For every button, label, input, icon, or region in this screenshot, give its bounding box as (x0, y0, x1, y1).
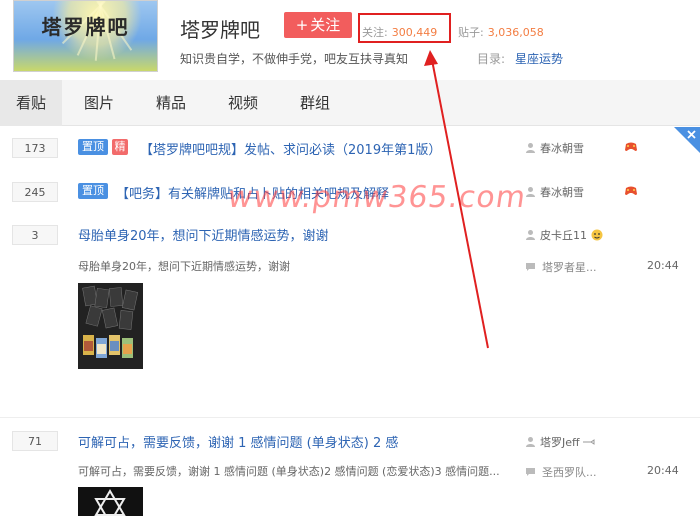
followers-label: 关注: (362, 26, 388, 39)
thread-row[interactable]: 3 母胎单身20年，想问下近期情感运势，谢谢 皮卡丘11 母胎单身20年，想问下… (0, 215, 700, 415)
last-reply-name: 圣西罗队... (542, 466, 597, 479)
user-icon (526, 230, 535, 240)
thread-row[interactable]: 71 可解可占，需要反馈，谢谢 1 感情问题 (单身状态) 2 感 塔罗Jeff… (0, 421, 700, 516)
posts-count: 3,036,058 (487, 26, 544, 39)
thread-abstract: 母胎单身20年，想问下近期情感运势，谢谢 (78, 260, 290, 273)
plus-icon: + (295, 16, 309, 34)
thread-title[interactable]: 【塔罗牌吧吧规】发帖、求问必读（2019年第1版） (140, 139, 441, 158)
thread-author[interactable]: 春冰朝雪 (525, 184, 584, 200)
comment-icon (526, 263, 535, 271)
thread-author[interactable]: 塔罗Jeff (525, 434, 595, 450)
tarot-cards-image (78, 283, 143, 369)
featured-badge: 精 (112, 139, 128, 155)
author-name: 春冰朝雪 (540, 186, 584, 199)
user-icon (526, 437, 535, 447)
tab-posts[interactable]: 看贴 (0, 80, 62, 126)
follow-button[interactable]: + 关注 (284, 12, 352, 38)
followers-count: 300,449 (391, 26, 438, 39)
thread-title[interactable]: 母胎单身20年，想问下近期情感运势，谢谢 (78, 225, 329, 244)
last-reply-time: 20:44 (647, 464, 679, 477)
user-icon (526, 187, 535, 197)
catalog-link[interactable]: 星座运势 (515, 52, 563, 66)
author-name: 皮卡丘11 (540, 229, 587, 242)
follow-button-label: 关注 (310, 16, 341, 34)
reply-count: 173 (12, 138, 58, 158)
emoji-icon (591, 229, 602, 241)
hexagram-icon (78, 487, 143, 516)
thread-title[interactable]: 可解可占，需要反馈，谢谢 1 感情问题 (单身状态) 2 感 (78, 432, 398, 451)
thread-author[interactable]: 皮卡丘11 (525, 227, 603, 243)
thread-row[interactable]: 245 置顶 【吧务】有关解牌贴和占卜贴的相关吧规及解释 春冰朝雪 (0, 171, 700, 215)
last-reply-name: 塔罗者星... (542, 261, 597, 274)
row-divider (0, 417, 700, 418)
logo-text: 塔罗牌吧 (41, 15, 130, 39)
reply-count: 245 (12, 182, 58, 202)
thread-list: 173 置顶 精 【塔罗牌吧吧规】发帖、求问必读（2019年第1版） 春冰朝雪 … (0, 127, 700, 516)
catalog-label: 目录: (477, 52, 506, 66)
thread-row[interactable]: 173 置顶 精 【塔罗牌吧吧规】发帖、求问必读（2019年第1版） 春冰朝雪 (0, 127, 700, 171)
pinned-badge: 置顶 (78, 183, 108, 199)
last-reply[interactable]: 圣西罗队... (525, 464, 597, 480)
tab-featured[interactable]: 精品 (140, 80, 202, 126)
thread-abstract: 可解可占，需要反馈，谢谢 1 感情问题 (单身状态)2 感情问题 (恋爱状态)3… (78, 465, 500, 478)
game-controller-icon (625, 186, 637, 195)
forum-header: 塔罗牌吧 塔罗牌吧 + 关注 关注: 300,449 贴子: 3,036,058 知识… (0, 0, 700, 80)
followers-stat: 关注: 300,449 (362, 24, 437, 40)
posts-label: 贴子: (458, 26, 484, 39)
thread-author[interactable]: 春冰朝雪 (525, 140, 584, 156)
reply-count: 3 (12, 225, 58, 245)
comment-icon (526, 468, 535, 476)
forum-slogan: 知识贵自学，不做伸手党，吧友互扶寻真知 (180, 52, 409, 66)
author-name: 春冰朝雪 (540, 142, 584, 155)
pinned-badge: 置顶 (78, 139, 108, 155)
thread-thumbnail[interactable] (78, 487, 143, 516)
thread-title[interactable]: 【吧务】有关解牌贴和占卜贴的相关吧规及解释 (116, 183, 389, 202)
thread-thumbnail[interactable] (78, 283, 143, 369)
tab-groups[interactable]: 群组 (284, 80, 346, 126)
forum-name[interactable]: 塔罗牌吧 (180, 14, 260, 43)
user-icon (526, 143, 535, 153)
last-reply[interactable]: 塔罗者星... (525, 259, 597, 275)
tab-videos[interactable]: 视频 (212, 80, 274, 126)
posts-stat: 贴子: 3,036,058 (458, 24, 544, 40)
game-controller-icon (625, 142, 637, 151)
author-name: 塔罗Jeff (540, 436, 580, 449)
forum-logo[interactable]: 塔罗牌吧 (13, 0, 158, 72)
last-reply-time: 20:44 (647, 259, 679, 272)
forum-catalog: 目录: 星座运势 (477, 50, 563, 67)
forum-tabs: 看贴 图片 精品 视频 群组 (0, 80, 700, 126)
reply-count: 71 (12, 431, 58, 451)
tab-images[interactable]: 图片 (68, 80, 130, 126)
hand-icon (583, 439, 595, 445)
